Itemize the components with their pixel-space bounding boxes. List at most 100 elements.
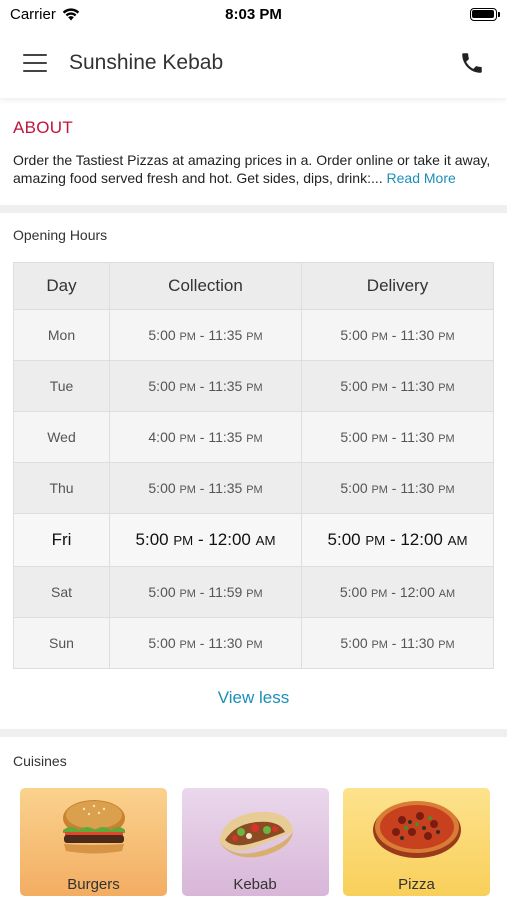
time-period: PM xyxy=(179,331,196,343)
cuisine-list: Burgers Kebab Pizza xyxy=(13,769,494,896)
time-period: PM xyxy=(438,331,455,343)
time-period: PM xyxy=(179,639,196,651)
collection-cell: 5:00 PM - 12:00 AM xyxy=(109,513,302,567)
time-period: AM xyxy=(438,588,456,600)
time-value: 5:00 xyxy=(148,584,176,600)
time-value: 5:00 xyxy=(340,480,368,496)
day-cell: Sun xyxy=(13,617,110,669)
collection-cell: 4:00 PM - 11:35 PM xyxy=(109,411,302,463)
cuisine-label-burgers: Burgers xyxy=(67,876,120,893)
delivery-cell: 5:00 PM - 12:00 AM xyxy=(301,513,494,567)
time-period: PM xyxy=(438,484,455,496)
about-section: ABOUT Order the Tastiest Pizzas at amazi… xyxy=(0,98,507,205)
page-title: Sunshine Kebab xyxy=(69,51,224,74)
time-period: AM xyxy=(255,533,276,548)
time-period: PM xyxy=(371,484,388,496)
delivery-cell: 5:00 PM - 11:30 PM xyxy=(301,462,494,514)
time-period: PM xyxy=(438,433,455,445)
time-value: 11:30 xyxy=(400,378,435,394)
time-value: 11:30 xyxy=(400,327,435,343)
table-row: Thu 5:00 PM - 11:35 PM 5:00 PM - 11:30 PM xyxy=(13,462,494,514)
day-cell: Sat xyxy=(13,566,110,618)
time-value: 5:00 xyxy=(327,530,361,549)
time-period: PM xyxy=(371,639,388,651)
collection-cell: 5:00 PM - 11:59 PM xyxy=(109,566,302,618)
cuisine-card-kebab[interactable]: Kebab xyxy=(181,788,329,896)
time-period: PM xyxy=(246,331,263,343)
cuisine-card-burgers[interactable]: Burgers xyxy=(20,788,167,896)
cuisine-label-kebab: Kebab xyxy=(233,876,277,893)
time-value: 5:00 xyxy=(340,429,368,445)
opening-hours-label: Opening Hours xyxy=(13,227,108,243)
about-text: Order the Tastiest Pizzas at amazing pri… xyxy=(13,151,494,187)
header-day: Day xyxy=(13,262,110,310)
time-period: PM xyxy=(179,588,196,600)
time-value: 12:00 xyxy=(400,530,443,549)
time-period: PM xyxy=(246,433,263,445)
time-value: 5:00 xyxy=(148,327,176,343)
table-row: Sun 5:00 PM - 11:30 PM 5:00 PM - 11:30 PM xyxy=(13,617,494,669)
time-value: 11:59 xyxy=(208,584,243,600)
time-period: PM xyxy=(438,382,455,394)
collection-cell: 5:00 PM - 11:30 PM xyxy=(109,617,302,669)
time-value: 11:35 xyxy=(208,378,243,394)
table-row: Wed 4:00 PM - 11:35 PM 5:00 PM - 11:30 PM xyxy=(13,411,494,463)
section-divider xyxy=(0,205,507,213)
time-period: PM xyxy=(371,433,388,445)
hamburger-menu-icon[interactable] xyxy=(23,54,47,72)
section-divider xyxy=(0,729,507,737)
time-period: PM xyxy=(371,588,388,600)
delivery-cell: 5:00 PM - 11:30 PM xyxy=(301,617,494,669)
delivery-cell: 5:00 PM - 11:30 PM xyxy=(301,360,494,412)
cuisines-label: Cuisines xyxy=(13,753,67,769)
burger-icon xyxy=(62,800,125,854)
time-period: PM xyxy=(173,533,194,548)
header-collection: Collection xyxy=(109,262,302,310)
day-cell: Fri xyxy=(13,513,110,567)
cuisines-section: Cuisines Burgers Kebab Pizza xyxy=(0,737,507,896)
time-value: 11:35 xyxy=(208,429,243,445)
time-value: 5:00 xyxy=(340,327,368,343)
carrier-label: Carrier xyxy=(10,5,56,23)
cuisine-label-pizza: Pizza xyxy=(398,876,435,893)
day-cell: Wed xyxy=(13,411,110,463)
table-header-row: Day Collection Delivery xyxy=(13,262,494,310)
time-value: 11:35 xyxy=(208,327,243,343)
time-period: PM xyxy=(438,639,455,651)
time-period: PM xyxy=(371,382,388,394)
phone-icon[interactable] xyxy=(459,50,485,76)
time-value: 5:00 xyxy=(148,480,176,496)
time-period: AM xyxy=(447,533,468,548)
time-period: PM xyxy=(246,639,263,651)
table-row: Tue 5:00 PM - 11:35 PM 5:00 PM - 11:30 PM xyxy=(13,360,494,412)
collection-cell: 5:00 PM - 11:35 PM xyxy=(109,360,302,412)
time-period: PM xyxy=(246,484,263,496)
time-period: PM xyxy=(246,382,263,394)
time-value: 5:00 xyxy=(148,378,176,394)
time-period: PM xyxy=(246,588,263,600)
read-more-link[interactable]: Read More xyxy=(387,170,456,186)
about-title: ABOUT xyxy=(13,118,74,137)
delivery-cell: 5:00 PM - 12:00 AM xyxy=(301,566,494,618)
time-period: PM xyxy=(371,331,388,343)
delivery-cell: 5:00 PM - 11:30 PM xyxy=(301,411,494,463)
cuisine-card-pizza[interactable]: Pizza xyxy=(343,788,490,896)
opening-hours-body: Mon 5:00 PM - 11:35 PM 5:00 PM - 11:30 PM T… xyxy=(13,309,494,669)
table-row: Fri 5:00 PM - 12:00 AM 5:00 PM - 12:00 AM xyxy=(13,513,494,567)
delivery-cell: 5:00 PM - 11:30 PM xyxy=(301,309,494,361)
time-value: 11:30 xyxy=(400,480,435,496)
status-left: Carrier xyxy=(10,6,150,23)
view-less-link[interactable]: View less xyxy=(13,669,494,729)
time-value: 5:00 xyxy=(135,530,169,549)
time-value: 11:35 xyxy=(208,480,243,496)
status-bar: Carrier 8:03 PM xyxy=(0,0,507,28)
opening-hours-table: Day Collection Delivery Mon 5:00 PM - 11:… xyxy=(13,262,494,669)
time-value: 5:00 xyxy=(148,635,176,651)
time-value: 11:30 xyxy=(208,635,243,651)
time-period: PM xyxy=(179,433,196,445)
time-value: 5:00 xyxy=(339,584,368,600)
collection-cell: 5:00 PM - 11:35 PM xyxy=(109,462,302,514)
wifi-icon xyxy=(62,7,80,20)
table-row: Mon 5:00 PM - 11:35 PM 5:00 PM - 11:30 PM xyxy=(13,309,494,361)
time-value: 11:30 xyxy=(400,429,435,445)
